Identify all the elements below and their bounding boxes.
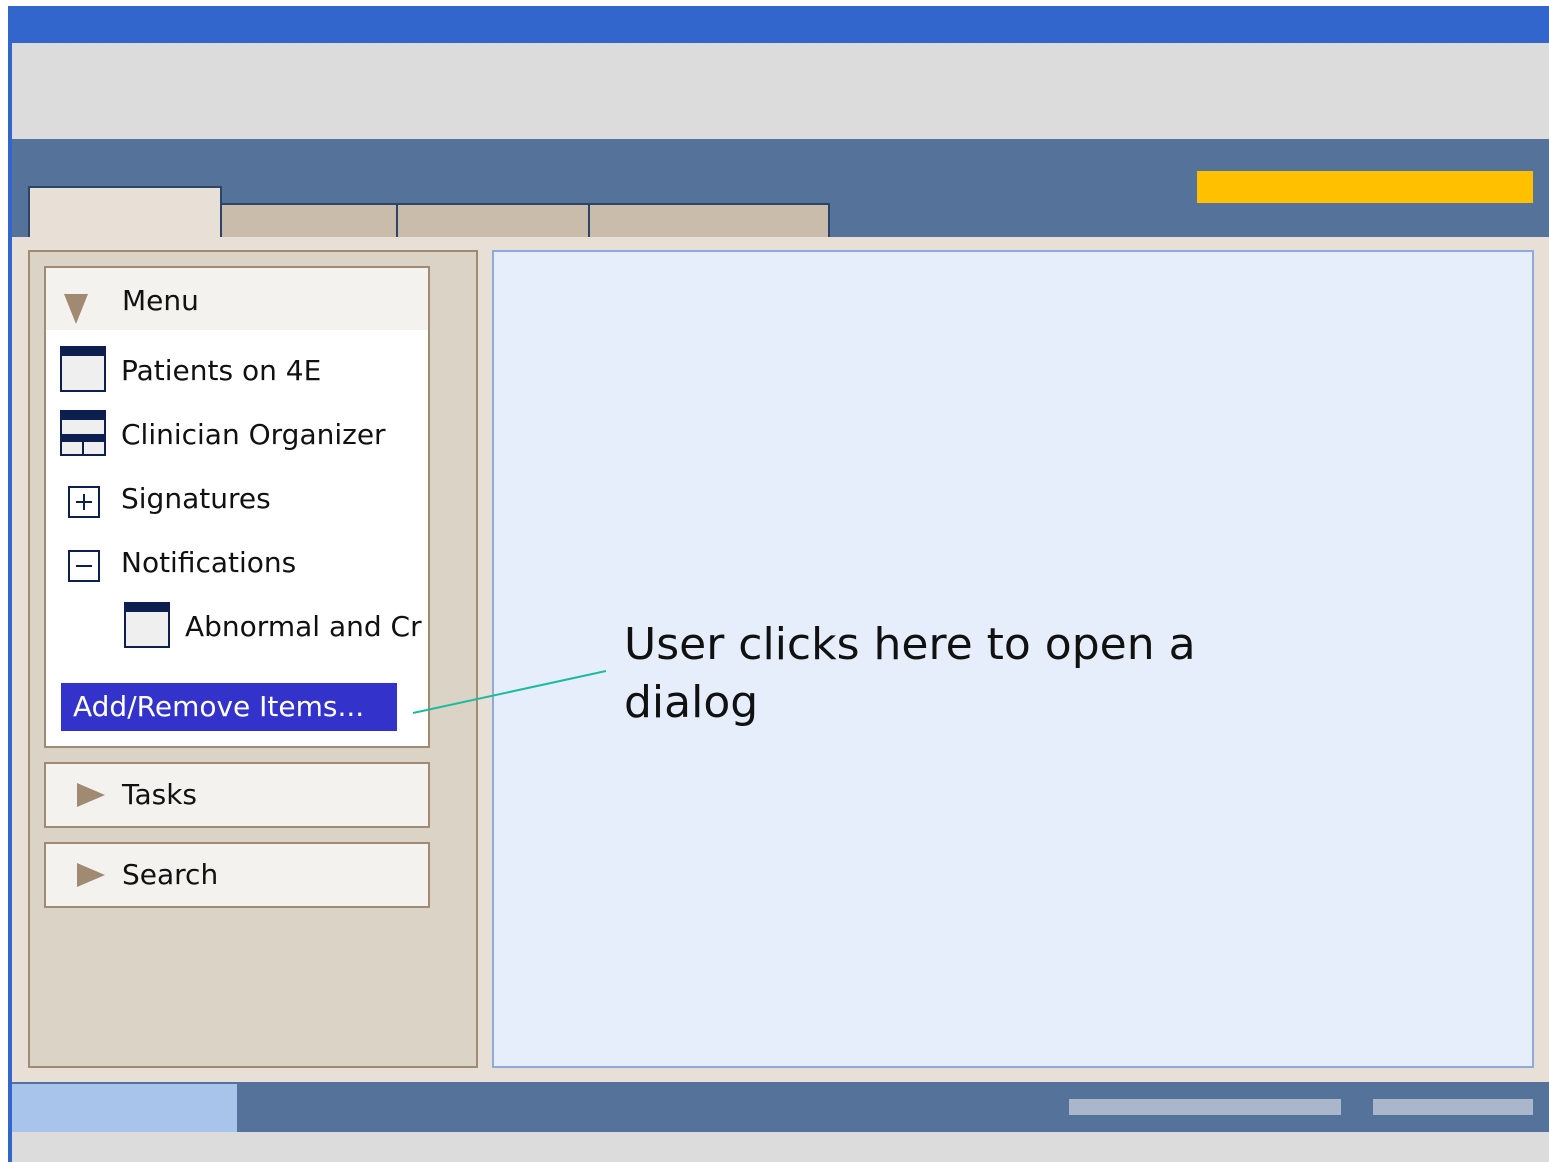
menu-item-signatures[interactable]: Signatures [46,472,428,528]
tab-1[interactable] [28,186,222,239]
tab-2[interactable] [220,203,398,237]
expand-arrow-icon [77,783,105,807]
toolbar-area [12,43,1549,139]
menu-item-patients[interactable]: Patients on 4E [46,344,428,400]
menu-item-label: Signatures [121,482,271,515]
menu-header-label: Menu [122,284,199,317]
status-indicator [1373,1099,1533,1115]
bottom-strip [12,1132,1549,1162]
annotation-text: User clicks here to open a dialog [624,619,1196,728]
menu-item-label: Abnormal and Cr [185,610,422,643]
status-bar-left-segment [12,1084,237,1132]
collapse-arrow-icon [64,294,88,324]
tasks-header-label: Tasks [122,778,198,811]
highlight-indicator [1197,171,1533,203]
search-header-label: Search [122,858,219,891]
menu-item-notifications[interactable]: Notifications [46,536,428,592]
menu-item-label: Patients on 4E [121,354,322,387]
title-bar [8,6,1549,43]
status-indicator [1069,1099,1341,1115]
menu-item-label: Notifications [121,546,297,579]
window-icon [60,346,106,392]
outer-margin [0,0,8,1162]
menu-section-header[interactable]: Menu [44,266,430,332]
collapse-minus-icon[interactable] [68,550,100,582]
split-window-icon [60,410,106,456]
expand-plus-icon[interactable] [68,486,100,518]
tab-3[interactable] [396,203,590,237]
expand-arrow-icon [77,863,105,887]
menu-item-abnormal[interactable]: Abnormal and Cr [46,600,428,656]
menu-item-clinician-organizer[interactable]: Clinician Organizer [46,408,428,464]
tab-4[interactable] [588,203,830,237]
tasks-section-header[interactable]: Tasks [44,762,430,828]
menu-item-label: Clinician Organizer [121,418,386,451]
search-section-header[interactable]: Search [44,842,430,908]
window-icon [124,602,170,648]
add-remove-items-button[interactable]: Add/Remove Items... [61,683,397,731]
